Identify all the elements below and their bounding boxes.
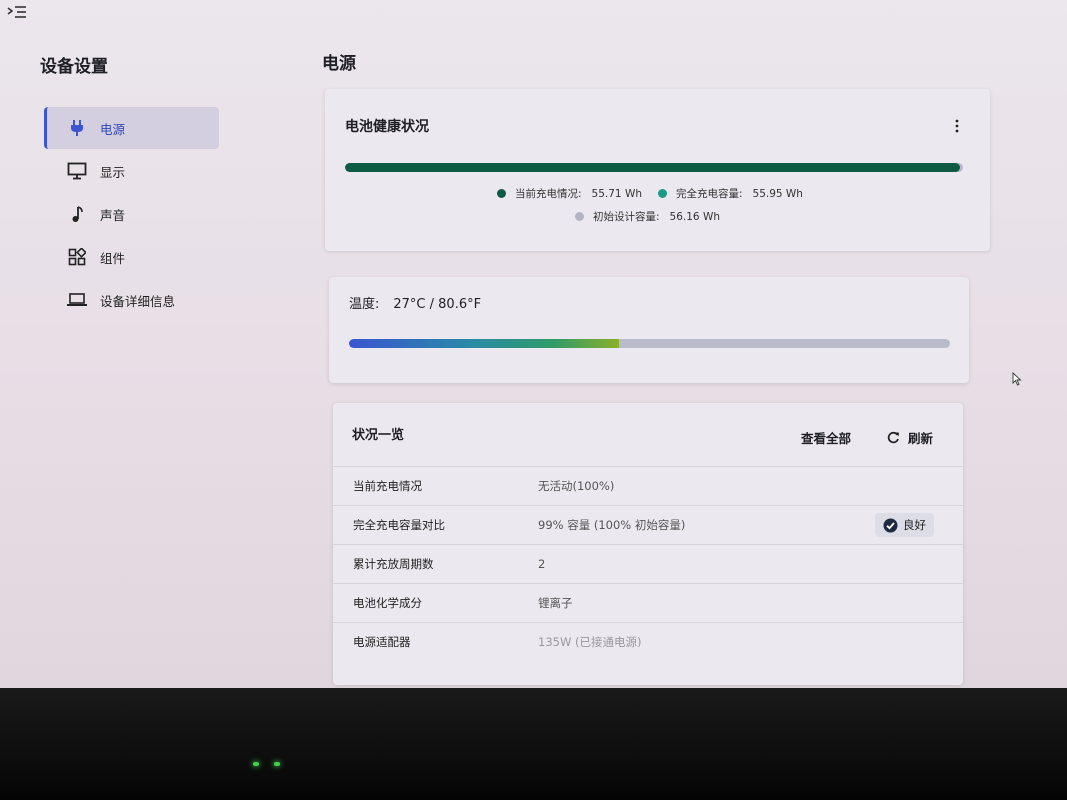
plug-icon xyxy=(66,118,88,138)
status-badge-label: 良好 xyxy=(903,518,926,532)
page-title: 电源 xyxy=(322,54,356,74)
table-row: 当前充电情况 无活动(100%) xyxy=(333,466,963,505)
status-overview-title: 状况一览 xyxy=(352,428,405,443)
current-charge-label: 当前充电情况: xyxy=(515,188,582,200)
monitor-icon xyxy=(66,161,88,181)
more-options-icon[interactable] xyxy=(954,119,960,133)
sidebar-item-sound[interactable]: 声音 xyxy=(44,193,219,235)
temperature-bar xyxy=(349,339,950,348)
design-capacity-label: 初始设计容量: xyxy=(593,211,660,223)
refresh-button[interactable]: 刷新 xyxy=(887,428,933,447)
row-key: 电池化学成分 xyxy=(353,596,422,610)
row-value: 锂离子 xyxy=(538,596,573,610)
sidebar-item-power[interactable]: 电源 xyxy=(44,107,219,149)
row-key: 完全充电容量对比 xyxy=(353,518,445,532)
sidebar-item-label: 显示 xyxy=(100,164,126,180)
battery-capacity-fill xyxy=(345,163,960,172)
row-value: 99% 容量 (100% 初始容量) xyxy=(538,518,686,532)
status-actions: 查看全部 刷新 xyxy=(801,428,933,447)
monitor-bezel xyxy=(0,688,1067,800)
table-row: 电池化学成分 锂离子 xyxy=(333,583,963,622)
battery-health-card: 电池健康状况 当前充电情况: 55.71 Wh 完全充电容量: 55.95 Wh… xyxy=(325,89,990,251)
sidebar-item-label: 电源 xyxy=(100,121,126,137)
temperature-level-fill xyxy=(349,339,620,348)
check-circle-icon xyxy=(883,518,898,532)
music-note-icon xyxy=(66,204,88,224)
view-all-link[interactable]: 查看全部 xyxy=(801,428,851,447)
menu-toggle-icon[interactable] xyxy=(6,4,28,22)
sidebar-item-label: 组件 xyxy=(100,250,126,266)
components-icon xyxy=(66,247,88,267)
status-table: 当前充电情况 无活动(100%) 完全充电容量对比 99% 容量 (100% 初… xyxy=(333,466,963,661)
screen: 设备设置 电源 显示 声音 组件 设备详细信息 电源 电池健康状况 当前充电情况… xyxy=(0,0,1067,688)
sidebar-item-display[interactable]: 显示 xyxy=(44,150,219,192)
table-row: 完全充电容量对比 99% 容量 (100% 初始容量) 良好 xyxy=(333,505,963,544)
sidebar-item-label: 声音 xyxy=(100,207,126,223)
temperature-card: 温度: 27°C / 80.6°F xyxy=(329,277,969,383)
temperature-value: 27°C / 80.6°F xyxy=(393,297,482,312)
sidebar-item-label: 设备详细信息 xyxy=(100,293,176,309)
current-charge-value: 55.71 Wh xyxy=(591,187,642,200)
full-capacity-dot xyxy=(657,189,667,198)
sidebar-title: 设备设置 xyxy=(40,57,108,77)
sidebar-nav: 电源 显示 声音 组件 设备详细信息 xyxy=(44,107,219,322)
full-capacity-value: 55.95 Wh xyxy=(752,187,803,200)
battery-health-title: 电池健康状况 xyxy=(345,119,429,135)
full-capacity-label: 完全充电容量: xyxy=(675,188,743,200)
table-row: 电源适配器 135W (已接通电源) xyxy=(333,622,963,661)
indicator-light xyxy=(274,762,280,766)
battery-capacity-bar xyxy=(345,163,963,172)
current-charge-dot xyxy=(497,189,506,198)
battery-legend-row1: 当前充电情况: 55.71 Wh 完全充电容量: 55.95 Wh xyxy=(497,186,803,201)
row-key: 电源适配器 xyxy=(353,635,411,649)
row-key: 累计充放周期数 xyxy=(353,557,434,571)
refresh-label: 刷新 xyxy=(907,431,933,446)
table-row: 累计充放周期数 2 xyxy=(333,544,963,583)
design-capacity-value: 56.16 Wh xyxy=(669,210,720,223)
design-capacity-dot xyxy=(575,212,584,221)
sidebar-item-device-details[interactable]: 设备详细信息 xyxy=(44,279,219,321)
laptop-icon xyxy=(66,290,88,310)
battery-legend-row2: 初始设计容量: 56.16 Wh xyxy=(575,209,720,224)
row-value: 135W (已接通电源) xyxy=(538,635,642,649)
indicator-light xyxy=(253,762,259,766)
temperature-readout: 温度: 27°C / 80.6°F xyxy=(349,293,481,312)
status-overview-card: 状况一览 查看全部 刷新 当前充电情况 无活动(100%) 完全充电容量对比 9… xyxy=(333,403,963,685)
row-key: 当前充电情况 xyxy=(353,479,422,493)
temperature-label: 温度: xyxy=(349,297,380,312)
status-badge: 良好 xyxy=(875,513,934,537)
mouse-cursor-icon xyxy=(1012,372,1022,386)
sidebar-item-components[interactable]: 组件 xyxy=(44,236,219,278)
row-value: 无活动(100%) xyxy=(538,479,615,493)
refresh-icon xyxy=(887,431,899,444)
row-value: 2 xyxy=(538,557,546,571)
